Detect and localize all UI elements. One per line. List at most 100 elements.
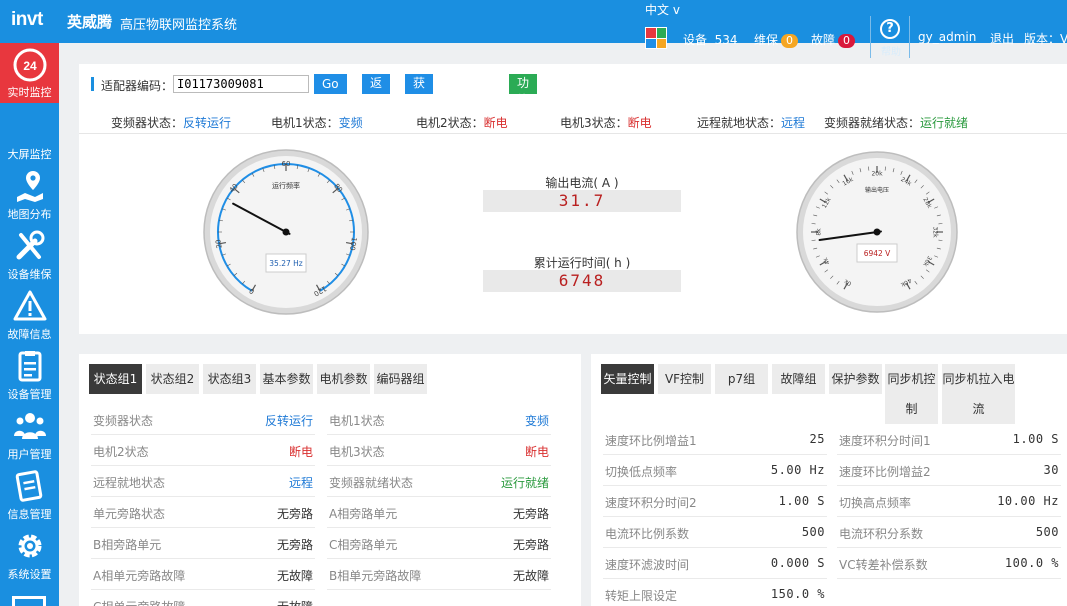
table-cell-pair: 单元旁路状态 无旁路 xyxy=(91,497,315,528)
sidebar-item-info-management[interactable]: 信息管理 xyxy=(0,465,59,525)
sidebar-item-label: 用户管理 xyxy=(7,448,52,461)
param-value: 500 xyxy=(1035,525,1059,539)
maintenance-count[interactable]: 维保 0 xyxy=(754,31,799,48)
tab-vf-control[interactable]: VF控制 xyxy=(658,364,711,394)
warning-icon xyxy=(13,290,46,321)
device-label: 设备 xyxy=(683,33,708,47)
param-value: 无旁路 xyxy=(276,538,313,552)
back-button[interactable]: 返回 xyxy=(362,74,391,107)
tab-fault-group[interactable]: 故障组 xyxy=(772,364,825,394)
sidebar-item-label: 地图分布 xyxy=(7,208,52,221)
current-user[interactable]: gy_admin xyxy=(918,30,976,44)
param-label: 速度环比例增益2 xyxy=(839,465,931,479)
param-label: 电机2状态 xyxy=(93,445,149,459)
param-label: 速度环积分时间2 xyxy=(605,496,697,510)
sidebar-item-system-settings[interactable]: 系统设置 xyxy=(0,525,59,585)
device-count[interactable]: 设备 534 xyxy=(683,31,738,48)
tab-vector-control[interactable]: 矢量控制 xyxy=(601,364,654,394)
table-cell-pair: 电机1状态 变频 xyxy=(327,404,551,435)
status-value: 变频 xyxy=(338,116,363,130)
sidebar-item-user-management[interactable]: 用户管理 xyxy=(0,405,59,465)
param-value: 无故障 xyxy=(277,598,313,606)
param-value: 150.0 % xyxy=(770,587,825,601)
apps-icon[interactable] xyxy=(645,27,667,49)
fault-count[interactable]: 故障 0 xyxy=(811,31,856,48)
param-label: 转矩上限设定 xyxy=(605,589,678,603)
param-value: 无故障 xyxy=(512,569,549,583)
parameter-panel: 矢量控制 VF控制 p7组 故障组 保护参数 同步机控制 同步机拉入电流 速度环… xyxy=(591,354,1067,606)
tab-p7-group[interactable]: p7组 xyxy=(715,364,768,394)
logout-link[interactable]: 退出 xyxy=(990,30,1014,47)
table-cell-pair: 电机3状态 断电 xyxy=(327,435,551,466)
system-title: 高压物联网监控系统 xyxy=(120,18,238,33)
clipboard-icon xyxy=(18,351,41,382)
table-cell-pair: 切换低点频率 5.00 Hz xyxy=(603,455,827,486)
param-value: 5.00 Hz xyxy=(770,463,825,477)
tab-motor-params[interactable]: 电机参数 xyxy=(317,364,370,394)
param-value: 变频 xyxy=(524,414,549,428)
tab-status-group-1[interactable]: 状态组1 xyxy=(89,364,142,394)
sidebar-item-label: 系统设置 xyxy=(7,568,52,581)
voltage-gauge: 0k4k8k12k16k20k24k28k32k36k40k输出电压6942 V xyxy=(796,151,958,313)
output-current-value: 31.7 xyxy=(483,190,681,212)
export-function-code-button[interactable]: 功能码信息导出 xyxy=(509,74,538,192)
status-group-panel: 状态组1 状态组2 状态组3 基本参数 电机参数 编码器组 变频器状态 反转运行电… xyxy=(79,354,581,606)
device-overview-panel: 适配器编码： Go 返回 获取黑匣子数据 功能码信息导出 变频器状态：反转运行 … xyxy=(79,64,1067,334)
table-cell-pair: 速度环比例增益1 25 xyxy=(603,424,827,455)
table-cell-pair: 电机2状态 断电 xyxy=(91,435,315,466)
sidebar-item-realtime-monitor[interactable]: 24 实时监控 xyxy=(0,43,59,103)
top-bar: invt 英威腾 高压物联网监控系统 中文 v 设备 534 维保 0 故障 0 ?… xyxy=(0,0,1067,58)
sidebar-item-label: 故障信息 xyxy=(7,328,52,341)
runtime-value: 6748 xyxy=(483,270,681,292)
param-value: 无故障 xyxy=(276,569,313,583)
brand-name: 英威腾 xyxy=(67,13,113,31)
tab-status-group-2[interactable]: 状态组2 xyxy=(146,364,199,394)
param-label: 变频器就绪状态 xyxy=(329,476,414,490)
tab-sync-motor-control[interactable]: 同步机控制 xyxy=(885,364,938,424)
sidebar-item-map[interactable]: 地图分布 xyxy=(0,165,59,225)
param-label: 电机1状态 xyxy=(329,414,385,428)
param-label: 电流环积分系数 xyxy=(839,527,924,541)
sidebar-item-fault-info[interactable]: 故障信息 xyxy=(0,285,59,345)
table-cell-pair: B相旁路单元 无旁路 xyxy=(91,528,315,559)
fault-badge: 0 xyxy=(838,34,856,48)
table-cell-pair: 速度环积分时间2 1.00 S xyxy=(603,486,827,517)
gear-icon xyxy=(18,534,41,558)
tab-basic-params[interactable]: 基本参数 xyxy=(260,364,313,394)
tab-sync-pullin-current[interactable]: 同步机拉入电流 xyxy=(942,364,1015,424)
table-cell-pair: 变频器状态 反转运行 xyxy=(91,404,315,435)
status-value: 反转运行 xyxy=(183,116,232,130)
users-icon xyxy=(13,413,46,439)
sidebar-item-maintenance[interactable]: 设备维保 xyxy=(0,225,59,285)
help-button[interactable]: ? 帮助 xyxy=(870,16,910,58)
status-ready: 变频器就绪状态：运行就绪 xyxy=(824,114,968,131)
param-label: B相单元旁路故障 xyxy=(329,569,422,583)
gauge-tick-label: 8k xyxy=(816,228,823,236)
blackbox-data-button[interactable]: 获取黑匣子数据 xyxy=(405,74,434,192)
param-label: 切换低点频率 xyxy=(605,465,678,479)
sidebar-item-label: 实时监控 xyxy=(7,86,52,99)
language-select[interactable]: 中文 v xyxy=(645,1,680,18)
table-cell-pair: C相单元旁路故障 无故障 xyxy=(91,590,315,606)
sidebar-item-bigscreen[interactable]: 大屏监控 xyxy=(0,103,59,165)
status-label: 变频器状态： xyxy=(111,116,184,130)
adapter-code-input[interactable] xyxy=(173,75,309,93)
go-button[interactable]: Go xyxy=(314,74,347,94)
table-cell-pair: 远程就地状态 远程 xyxy=(91,466,315,497)
param-value: 25 xyxy=(809,432,825,446)
tab-encoder-group[interactable]: 编码器组 xyxy=(374,364,427,394)
param-value: 1.00 S xyxy=(778,494,825,508)
maintenance-label: 维保 xyxy=(754,33,779,47)
tab-status-group-3[interactable]: 状态组3 xyxy=(203,364,256,394)
table-cell-pair: B相单元旁路故障 无故障 xyxy=(327,559,551,590)
status-motor2: 电机2状态：断电 xyxy=(416,114,508,131)
sidebar-item-device-management[interactable]: 设备管理 xyxy=(0,345,59,405)
gauge-title: 输出电压 xyxy=(865,186,889,194)
fault-label: 故障 xyxy=(811,33,836,47)
tab-protection-params[interactable]: 保护参数 xyxy=(829,364,882,394)
gauge-value-text: 35.27 Hz xyxy=(269,259,302,268)
help-label: 帮助 xyxy=(881,47,901,58)
param-label: C相单元旁路故障 xyxy=(93,598,185,606)
sidebar-item-label: 大屏监控 xyxy=(7,148,52,161)
status-motor3: 电机3状态：断电 xyxy=(560,114,652,131)
